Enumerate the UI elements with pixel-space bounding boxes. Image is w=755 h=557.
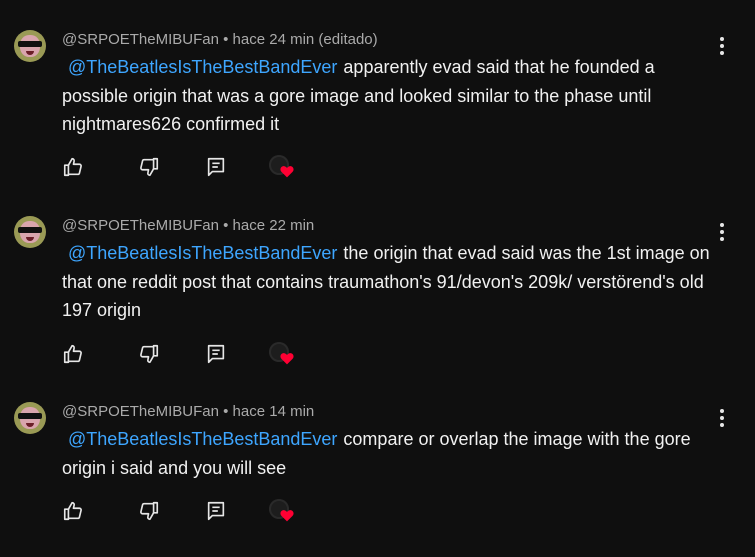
reply-icon[interactable] [205,500,227,522]
comment-author[interactable]: @SRPOETheMIBUFan [62,217,219,234]
thumbs-down-icon[interactable] [138,500,160,522]
creator-heart[interactable] [269,499,297,525]
comment-actions [62,155,322,181]
comment-meta: @SRPOETheMIBUFan • hace 14 min [62,403,314,420]
heart-icon [280,353,294,365]
comment-actions [62,342,322,368]
comment-author[interactable]: @SRPOETheMIBUFan [62,31,219,48]
more-vertical-icon[interactable] [716,409,728,429]
mention-link[interactable]: @TheBeatlesIsTheBestBandEver [68,57,337,77]
avatar[interactable] [14,402,46,434]
thumbs-up-icon[interactable] [62,156,84,178]
thumbs-up-icon[interactable] [62,500,84,522]
reply-icon[interactable] [205,156,227,178]
avatar[interactable] [14,216,46,248]
heart-icon [280,166,294,178]
creator-heart[interactable] [269,342,297,368]
comment-text: @TheBeatlesIsTheBestBandEver compare or o… [62,425,712,482]
reply-icon[interactable] [205,343,227,365]
heart-icon [280,510,294,522]
mention-link[interactable]: @TheBeatlesIsTheBestBandEver [68,429,337,449]
meta-separator: • [223,403,229,420]
thumbs-up-icon[interactable] [62,343,84,365]
mention-link[interactable]: @TheBeatlesIsTheBestBandEver [68,243,337,263]
meta-separator: • [223,31,229,48]
more-vertical-icon[interactable] [716,223,728,243]
comment-meta: @SRPOETheMIBUFan • hace 22 min [62,217,314,234]
comment-text: @TheBeatlesIsTheBestBandEver apparently e… [62,53,712,139]
more-vertical-icon[interactable] [716,37,728,57]
comment-meta: @SRPOETheMIBUFan • hace 24 min (editado) [62,31,378,48]
comment-author[interactable]: @SRPOETheMIBUFan [62,403,219,420]
thumbs-down-icon[interactable] [138,343,160,365]
meta-separator: • [223,217,229,234]
avatar[interactable] [14,30,46,62]
comment-timestamp[interactable]: hace 24 min (editado) [233,31,378,48]
comment-timestamp[interactable]: hace 14 min [233,403,315,420]
comment-actions [62,499,322,525]
comment-timestamp[interactable]: hace 22 min [233,217,315,234]
comment-text: @TheBeatlesIsTheBestBandEver the origin t… [62,239,712,325]
creator-heart[interactable] [269,155,297,181]
thumbs-down-icon[interactable] [138,156,160,178]
